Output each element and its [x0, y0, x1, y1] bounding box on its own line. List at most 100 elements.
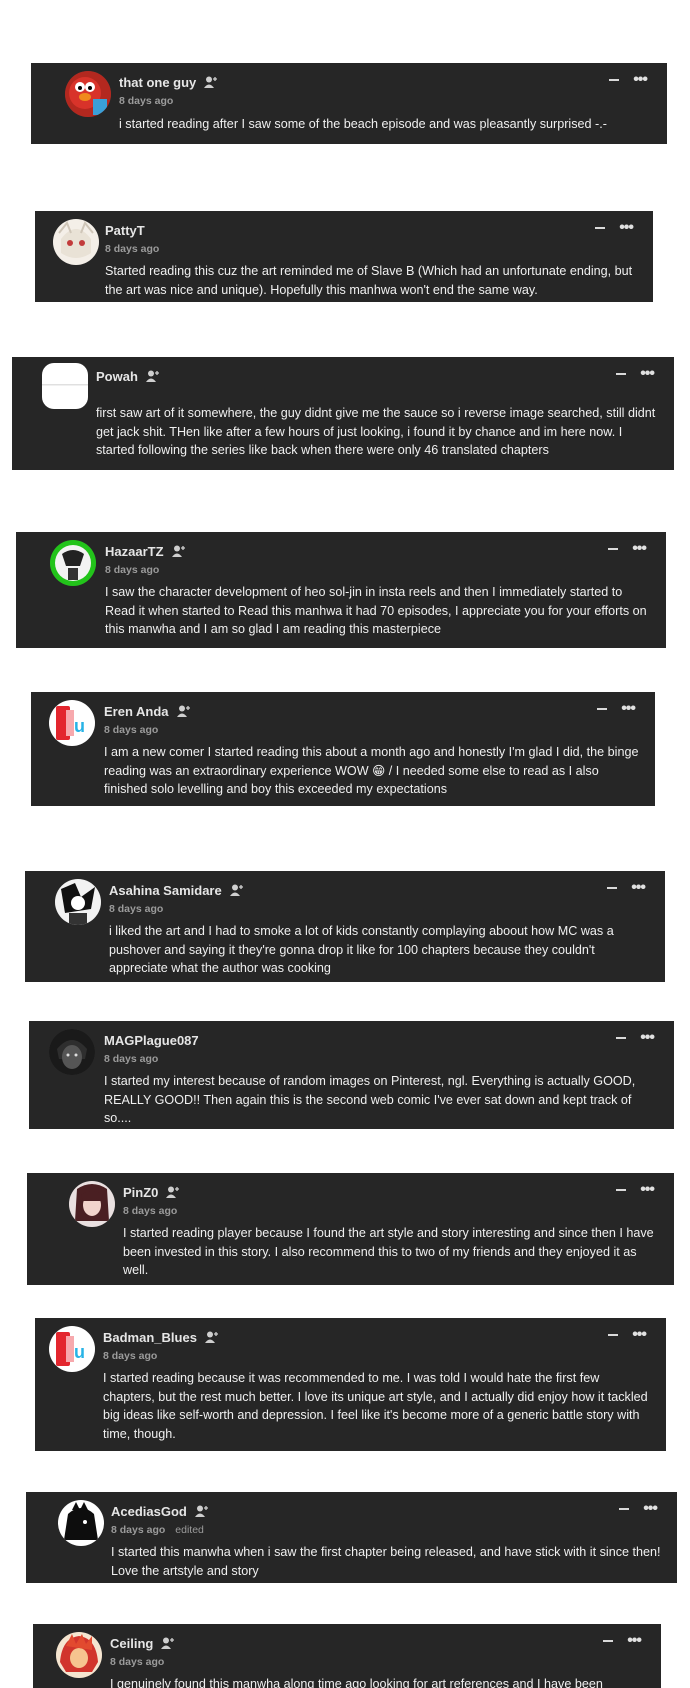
username[interactable]: MAGPlague087	[104, 1033, 199, 1048]
follow-icon[interactable]	[229, 884, 244, 896]
follow-icon[interactable]	[166, 1186, 180, 1198]
timestamp: 8 days ago	[105, 243, 160, 255]
collapse-icon[interactable]	[616, 1189, 627, 1191]
username[interactable]: Eren Anda	[104, 704, 191, 719]
timestamp: 8 days ago	[104, 1053, 159, 1065]
timestamp: 8 days ago	[109, 903, 164, 915]
avatar[interactable]: u	[49, 1326, 95, 1372]
comment-actions: •••	[608, 541, 647, 557]
comment-card: AcediasGod 8 days ago edited I started th…	[26, 1492, 677, 1583]
username[interactable]: AcediasGod	[111, 1504, 209, 1519]
comment-text: I saw the character development of heo s…	[105, 585, 647, 636]
collapse-icon[interactable]	[603, 1640, 614, 1642]
username-text[interactable]: Ceiling	[110, 1636, 153, 1651]
timestamp: 8 days ago	[104, 724, 159, 736]
more-options-icon[interactable]: •••	[631, 880, 646, 896]
comment-card: HazaarTZ 8 days ago I saw the character …	[16, 532, 666, 648]
comment-text: I started this manwha when i saw the fir…	[111, 1545, 661, 1578]
follow-icon[interactable]	[171, 545, 186, 557]
username-text[interactable]: HazaarTZ	[105, 544, 164, 559]
comment-actions: •••	[616, 1182, 655, 1198]
comment-actions: •••	[595, 220, 634, 236]
username-text[interactable]: Asahina Samidare	[109, 883, 222, 898]
comment-card: u Eren Anda 8 days ago I am a new comer …	[31, 692, 655, 806]
collapse-icon[interactable]	[616, 1037, 627, 1039]
comment-actions: •••	[619, 1501, 658, 1517]
collapse-icon[interactable]	[595, 227, 606, 229]
timestamp: 8 days ago	[105, 564, 160, 576]
username[interactable]: Badman_Blues	[103, 1330, 219, 1345]
avatar[interactable]	[53, 219, 99, 265]
avatar[interactable]: u	[49, 700, 95, 746]
comment-text: I started reading because it was recomme…	[103, 1371, 648, 1441]
username[interactable]: Ceiling	[110, 1636, 175, 1651]
username-text[interactable]: AcediasGod	[111, 1504, 187, 1519]
collapse-icon[interactable]	[609, 79, 620, 81]
username-text[interactable]: Badman_Blues	[103, 1330, 197, 1345]
more-options-icon[interactable]: •••	[632, 1327, 647, 1343]
avatar[interactable]	[58, 1500, 104, 1546]
username-text[interactable]: Powah	[96, 369, 138, 384]
more-options-icon[interactable]: •••	[640, 1030, 655, 1046]
username-text[interactable]: Eren Anda	[104, 704, 169, 719]
comment-actions: •••	[608, 1327, 647, 1343]
collapse-icon[interactable]	[608, 548, 619, 550]
svg-text:u: u	[74, 716, 85, 736]
follow-icon[interactable]	[194, 1505, 209, 1517]
avatar[interactable]	[55, 879, 101, 925]
comment-card: Asahina Samidare 8 days ago i liked the …	[25, 871, 665, 982]
username[interactable]: PattyT	[105, 223, 145, 238]
username[interactable]: Asahina Samidare	[109, 883, 244, 898]
username[interactable]: that one guy	[119, 75, 218, 90]
comment-text: i liked the art and I had to smoke a lot…	[109, 924, 614, 975]
avatar[interactable]	[49, 1029, 95, 1075]
collapse-icon[interactable]	[597, 708, 608, 710]
follow-icon[interactable]	[204, 1331, 219, 1343]
more-options-icon[interactable]: •••	[640, 1182, 655, 1198]
more-options-icon[interactable]: •••	[640, 366, 655, 382]
avatar[interactable]	[65, 71, 111, 117]
more-options-icon[interactable]: •••	[632, 541, 647, 557]
follow-icon[interactable]	[204, 76, 218, 88]
more-options-icon[interactable]: •••	[627, 1633, 642, 1649]
comment-text: I started reading player because I found…	[123, 1226, 654, 1277]
username-text[interactable]: PinZ0	[123, 1185, 158, 1200]
follow-icon[interactable]	[176, 705, 191, 717]
collapse-icon[interactable]	[607, 887, 618, 889]
comment-text: i started reading after I saw some of th…	[119, 117, 607, 131]
username[interactable]: HazaarTZ	[105, 544, 186, 559]
collapse-icon[interactable]	[608, 1334, 619, 1336]
comment-card: MAGPlague087 8 days ago I started my int…	[29, 1021, 674, 1129]
timestamp: 8 days ago	[110, 1656, 165, 1668]
username-text[interactable]: PattyT	[105, 223, 145, 238]
comment-text: I am a new comer I started reading this …	[104, 745, 639, 796]
more-options-icon[interactable]: •••	[633, 72, 648, 88]
avatar[interactable]	[50, 540, 96, 586]
avatar[interactable]	[69, 1181, 115, 1227]
timestamp-text: 8 days ago	[111, 1524, 166, 1536]
username-text[interactable]: that one guy	[119, 75, 196, 90]
username[interactable]: Powah	[96, 369, 160, 384]
more-options-icon[interactable]: •••	[643, 1501, 658, 1517]
comment-card: Powah first saw art of it somewhere, the…	[12, 357, 674, 470]
follow-icon[interactable]	[161, 1637, 175, 1649]
more-options-icon[interactable]: •••	[619, 220, 634, 236]
comment-card: u Badman_Blues 8 days ago I started read…	[35, 1318, 666, 1451]
comment-card: PattyT 8 days ago Started reading this c…	[35, 211, 653, 302]
timestamp: 8 days ago	[103, 1350, 158, 1362]
username-text[interactable]: MAGPlague087	[104, 1033, 199, 1048]
collapse-icon[interactable]	[616, 373, 627, 375]
comment-actions: •••	[603, 1633, 642, 1649]
username[interactable]: PinZ0	[123, 1185, 180, 1200]
edited-label: edited	[175, 1524, 204, 1536]
comment-text: I started my interest because of random …	[104, 1074, 636, 1125]
comment-card: that one guy 8 days ago i started readin…	[31, 63, 667, 144]
more-options-icon[interactable]: •••	[621, 701, 636, 717]
comment-card: Ceiling 8 days ago I genuinely found thi…	[33, 1624, 661, 1688]
comment-actions: •••	[609, 72, 648, 88]
svg-text:u: u	[74, 1342, 85, 1362]
follow-icon[interactable]	[145, 370, 160, 382]
collapse-icon[interactable]	[619, 1508, 630, 1510]
avatar[interactable]	[56, 1632, 102, 1678]
avatar[interactable]	[42, 363, 88, 409]
